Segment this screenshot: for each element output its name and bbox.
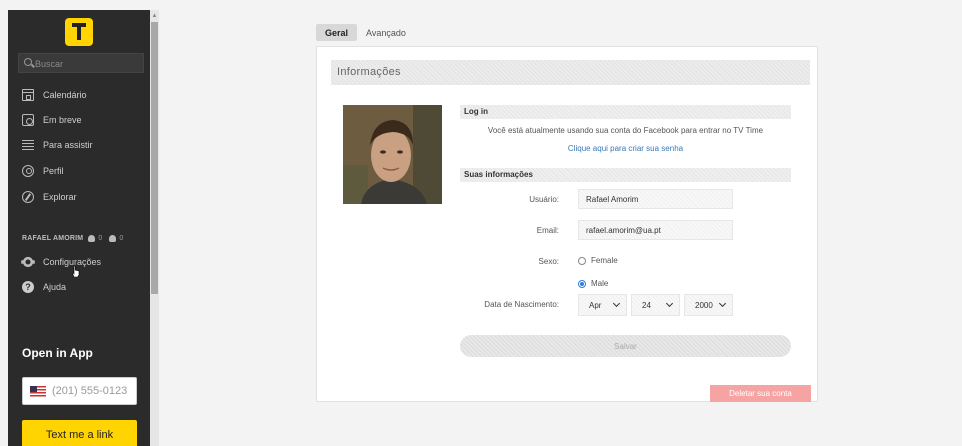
- birthdate-label: Data de Nascimento:: [484, 300, 559, 309]
- scroll-thumb[interactable]: [151, 22, 158, 294]
- gender-option-female[interactable]: Female: [578, 256, 618, 265]
- sidebar-item-help[interactable]: ? Ajuda: [22, 279, 66, 295]
- watchlist-icon: [22, 139, 34, 151]
- scroll-up-icon[interactable]: ▲: [151, 12, 158, 20]
- sidebar-item-settings[interactable]: Configurações: [21, 254, 101, 270]
- profile-icon: [22, 165, 34, 177]
- sidebar-item-label: Ajuda: [43, 282, 67, 292]
- info-section-title: Suas informações: [464, 170, 533, 179]
- gender-label: Sexo:: [538, 257, 559, 266]
- tv-time-logo[interactable]: [65, 18, 93, 46]
- radio-male[interactable]: [578, 279, 586, 288]
- settings-tabs: Geral Avançado: [316, 24, 415, 41]
- facebook-login-message: Você está atualmente usando sua conta do…: [487, 126, 764, 135]
- panel-header: Informações: [331, 60, 810, 85]
- search-box[interactable]: [18, 53, 144, 73]
- us-flag-icon[interactable]: [30, 385, 46, 397]
- sidebar: Calendário Em breve Para assistir Perfil…: [8, 10, 159, 446]
- open-in-app-title: Open in App: [22, 346, 93, 360]
- birth-month-select[interactable]: Apr: [578, 294, 627, 316]
- save-button[interactable]: Salvar: [460, 335, 791, 357]
- chevron-down-icon: [665, 299, 674, 308]
- username-label: Usuário:: [529, 195, 559, 204]
- radio-female[interactable]: [578, 256, 586, 265]
- phone-field[interactable]: [22, 377, 137, 405]
- user-summary[interactable]: RAFAEL AMORIM 0 0: [22, 232, 126, 244]
- search-input[interactable]: [35, 57, 135, 70]
- sidebar-item-profile[interactable]: Perfil: [22, 163, 64, 179]
- email-label: Email:: [536, 226, 559, 235]
- delete-account-button[interactable]: Deletar sua conta: [710, 385, 811, 402]
- sidebar-item-coming-soon[interactable]: Em breve: [22, 112, 82, 128]
- username: RAFAEL AMORIM: [22, 234, 84, 242]
- explore-icon: [22, 191, 34, 203]
- birth-day-select[interactable]: 24: [631, 294, 680, 316]
- login-section-title: Log in: [464, 107, 488, 116]
- text-me-link-button[interactable]: Text me a link: [22, 420, 137, 446]
- sidebar-item-watchlist[interactable]: Para assistir: [22, 137, 93, 153]
- search-icon: [24, 58, 32, 66]
- sidebar-item-label: Calendário: [43, 90, 87, 100]
- sidebar-item-label: Para assistir: [43, 140, 93, 150]
- notifications-count: 0: [119, 234, 124, 242]
- sidebar-item-explore[interactable]: Explorar: [22, 189, 77, 205]
- sidebar-item-label: Perfil: [43, 166, 64, 176]
- tab-general[interactable]: Geral: [316, 24, 358, 41]
- hand-cursor-icon: [72, 266, 80, 277]
- gender-option-male[interactable]: Male: [578, 279, 608, 288]
- gear-icon: [21, 256, 35, 268]
- friends-count: 0: [98, 234, 103, 242]
- avatar[interactable]: [343, 105, 442, 204]
- create-password-link[interactable]: Clique aqui para criar sua senha: [568, 144, 683, 153]
- panel-title: Informações: [337, 66, 401, 78]
- chevron-down-icon: [612, 299, 621, 308]
- chevron-down-icon: [718, 299, 727, 308]
- coming-soon-icon: [22, 114, 34, 126]
- sidebar-scrollbar[interactable]: ▲: [150, 10, 159, 446]
- help-icon: ?: [22, 281, 34, 293]
- settings-panel: Informações Log in Você está atualmente …: [316, 46, 818, 402]
- tab-advanced[interactable]: Avançado: [357, 24, 415, 41]
- email-field[interactable]: [578, 220, 733, 240]
- phone-input[interactable]: [52, 385, 132, 397]
- info-section-header: Suas informações: [460, 168, 791, 182]
- notification-bell-icon: [109, 234, 117, 242]
- sidebar-item-calendar[interactable]: Calendário: [22, 87, 87, 103]
- birth-year-select[interactable]: 2000: [684, 294, 733, 316]
- sidebar-item-label: Em breve: [43, 115, 82, 125]
- login-section-header: Log in: [460, 105, 791, 119]
- username-field[interactable]: [578, 189, 733, 209]
- friends-icon: [88, 234, 96, 242]
- calendar-icon: [22, 89, 34, 101]
- sidebar-item-label: Explorar: [43, 192, 77, 202]
